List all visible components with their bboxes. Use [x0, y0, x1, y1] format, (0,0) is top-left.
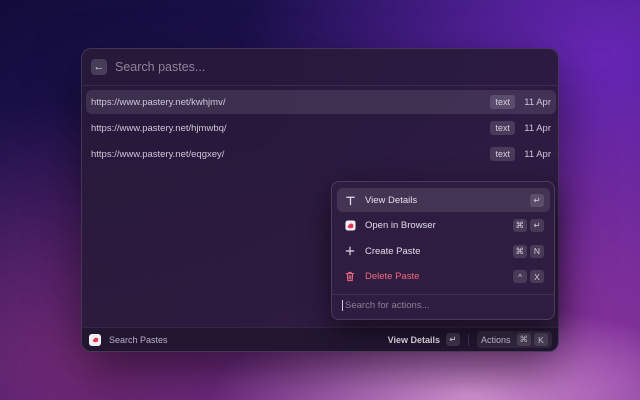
paste-date: 11 Apr	[524, 96, 551, 108]
arrow-left-icon: ←	[93, 60, 105, 73]
action-list: View Details ↵ Open in Browser ⌘ ↵ Creat…	[337, 188, 550, 290]
primary-action-label: View Details	[387, 334, 440, 345]
action-delete-paste[interactable]: Delete Paste ^ X	[337, 265, 550, 289]
plus-icon	[343, 246, 357, 256]
action-view-details[interactable]: View Details ↵	[337, 188, 550, 212]
command-key-icon: ⌘	[512, 219, 527, 232]
paste-type-badge: text	[490, 147, 515, 161]
action-bar: Search Pastes View Details ↵ Actions ⌘ K	[82, 327, 558, 351]
control-key-icon: ^	[513, 270, 527, 283]
action-label: Open in Browser	[365, 220, 436, 231]
back-button[interactable]: ←	[91, 59, 107, 75]
paste-date: 11 Apr	[524, 122, 551, 134]
k-key: K	[534, 333, 548, 346]
paste-type-badge: text	[490, 95, 515, 109]
enter-key-icon: ↵	[445, 333, 460, 346]
primary-action-button[interactable]: View Details ↵	[388, 333, 460, 346]
action-label: Create Paste	[365, 245, 421, 257]
action-label: View Details	[365, 194, 418, 206]
pastery-app-icon	[343, 220, 357, 231]
action-open-in-browser[interactable]: Open in Browser ⌘ ↵	[337, 214, 550, 238]
action-panel: View Details ↵ Open in Browser ⌘ ↵ Creat…	[331, 181, 555, 320]
command-key-icon: ⌘	[516, 333, 531, 346]
paste-type-badge: text	[490, 121, 515, 135]
search-bar: ←	[82, 49, 558, 86]
action-search-input[interactable]	[342, 300, 542, 311]
list-item[interactable]: https://www.pastery.net/eqgxey/ text 11 …	[86, 142, 556, 166]
panel-divider	[332, 294, 554, 295]
text-icon	[343, 195, 357, 206]
action-create-paste[interactable]: Create Paste ⌘ N	[337, 239, 550, 263]
x-key: X	[530, 270, 544, 283]
pastery-app-icon	[89, 333, 101, 346]
enter-key-icon: ↵	[530, 193, 544, 207]
n-key: N	[530, 244, 544, 258]
paste-url: https://www.pastery.net/kwhjmv/	[91, 96, 226, 108]
paste-url: https://www.pastery.net/eqgxey/	[91, 148, 225, 160]
trash-icon	[343, 271, 357, 282]
enter-key-icon: ↵	[530, 219, 544, 232]
search-input[interactable]	[115, 60, 495, 74]
footer-title: Search Pastes	[109, 334, 168, 345]
list-item[interactable]: https://www.pastery.net/hjmwbq/ text 11 …	[86, 116, 556, 140]
paste-url: https://www.pastery.net/hjmwbq/	[91, 122, 227, 134]
paste-list: https://www.pastery.net/kwhjmv/ text 11 …	[86, 90, 556, 168]
footer-divider	[467, 333, 469, 346]
paste-date: 11 Apr	[524, 148, 551, 160]
actions-label: Actions	[480, 334, 511, 345]
actions-button[interactable]: Actions ⌘ K	[476, 331, 552, 348]
command-key-icon: ⌘	[512, 244, 527, 258]
list-item[interactable]: https://www.pastery.net/kwhjmv/ text 11 …	[86, 90, 556, 114]
action-label: Delete Paste	[365, 271, 420, 282]
